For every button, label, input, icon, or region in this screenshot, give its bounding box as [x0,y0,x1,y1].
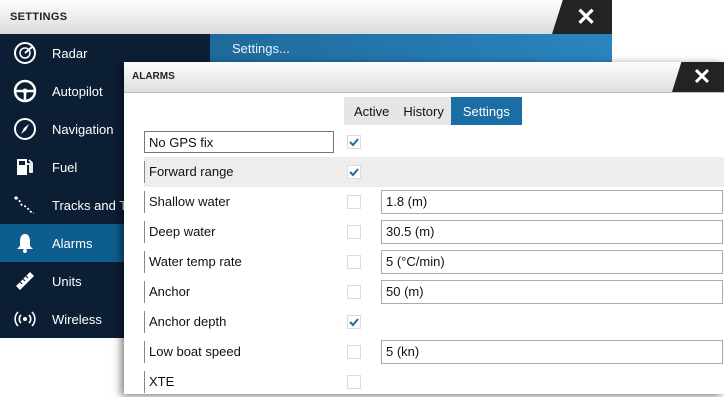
alarm-enable-checkbox[interactable] [347,165,361,179]
alarm-row-xte: XTE [144,367,724,397]
alarm-enable-checkbox[interactable] [347,225,361,239]
alarm-enable-checkbox[interactable] [347,255,361,269]
sidebar-item-label: Fuel [52,159,78,175]
fuel-pump-icon [12,154,38,180]
alarm-enable-checkbox[interactable] [347,315,361,329]
alarms-close-button[interactable]: ✕ [672,62,724,92]
checkmark-icon [349,318,359,327]
alarm-value-field[interactable]: 5 (°C/min) [381,250,723,274]
sidebar-item-label: Autopilot [52,83,103,99]
alarms-titlebar: ALARMS ✕ [124,62,724,93]
alarm-enable-checkbox[interactable] [347,345,361,359]
alarm-enable-checkbox[interactable] [347,195,361,209]
checkmark-icon [349,168,359,177]
tab-history[interactable]: History [396,97,450,125]
sidebar-item-label: Wireless [52,311,102,327]
alarm-value-field[interactable]: 1.8 (m) [381,190,723,214]
sidebar-item-label: Navigation [52,121,114,137]
alarm-label[interactable]: Low boat speed [144,341,334,363]
alarm-label[interactable]: Shallow water [144,191,334,213]
alarm-row-forward-range: Forward range [144,157,724,187]
tab-active[interactable]: Active [344,97,396,125]
alarm-row-anchor: Anchor 50 (m) [144,277,724,307]
alarm-value-field[interactable]: 5 (kn) [381,340,723,364]
close-icon: ✕ [575,3,597,31]
settings-close-button[interactable]: ✕ [552,0,612,34]
alarm-label[interactable]: Deep water [144,221,334,243]
alarm-label[interactable]: Anchor [144,281,334,303]
settings-subheader: Settings... [210,34,612,64]
sidebar-item-label: Tracks and Tr [52,197,131,213]
alarm-label[interactable]: Water temp rate [144,251,334,273]
alarm-settings-list: No GPS fix Forward range Shallow water 1… [144,127,724,397]
alarms-tabs: Active History Settings [344,97,522,125]
alarm-label[interactable]: XTE [144,371,334,393]
alarm-value-field[interactable]: 30.5 (m) [381,220,723,244]
alarm-row-no-gps-fix: No GPS fix [144,127,724,157]
sidebar-item-label: Alarms [52,235,93,251]
alarms-dialog: ALARMS ✕ Active History Settings No GPS … [124,62,724,394]
sidebar-item-label: Units [52,273,82,289]
alarm-enable-checkbox[interactable] [347,375,361,389]
alarm-value-field[interactable]: 50 (m) [381,280,723,304]
alarm-label[interactable]: No GPS fix [144,131,334,153]
settings-titlebar: SETTINGS ✕ [0,0,612,35]
alarm-row-deep-water: Deep water 30.5 (m) [144,217,724,247]
steering-wheel-icon [12,78,38,104]
alarm-row-anchor-depth: Anchor depth [144,307,724,337]
alarm-enable-checkbox[interactable] [347,135,361,149]
checkmark-icon [349,138,359,147]
tab-settings[interactable]: Settings [450,97,522,125]
alarm-row-low-boat-speed: Low boat speed 5 (kn) [144,337,724,367]
alarm-row-water-temp-rate: Water temp rate 5 (°C/min) [144,247,724,277]
alarm-row-shallow-water: Shallow water 1.8 (m) [144,187,724,217]
sidebar-item-label: Radar [52,45,88,61]
alarm-enable-checkbox[interactable] [347,285,361,299]
radar-icon [12,40,38,66]
settings-subheader-text: Settings... [232,41,290,56]
wireless-icon [12,306,38,332]
tracks-icon [12,192,38,218]
close-icon: ✕ [692,64,712,89]
compass-icon [12,116,38,142]
ruler-icon [12,268,38,294]
alarm-label[interactable]: Forward range [144,161,334,183]
alarms-title: ALARMS [132,71,175,82]
alarm-label[interactable]: Anchor depth [144,311,334,333]
bell-icon [12,230,38,256]
settings-title: SETTINGS [10,11,68,23]
